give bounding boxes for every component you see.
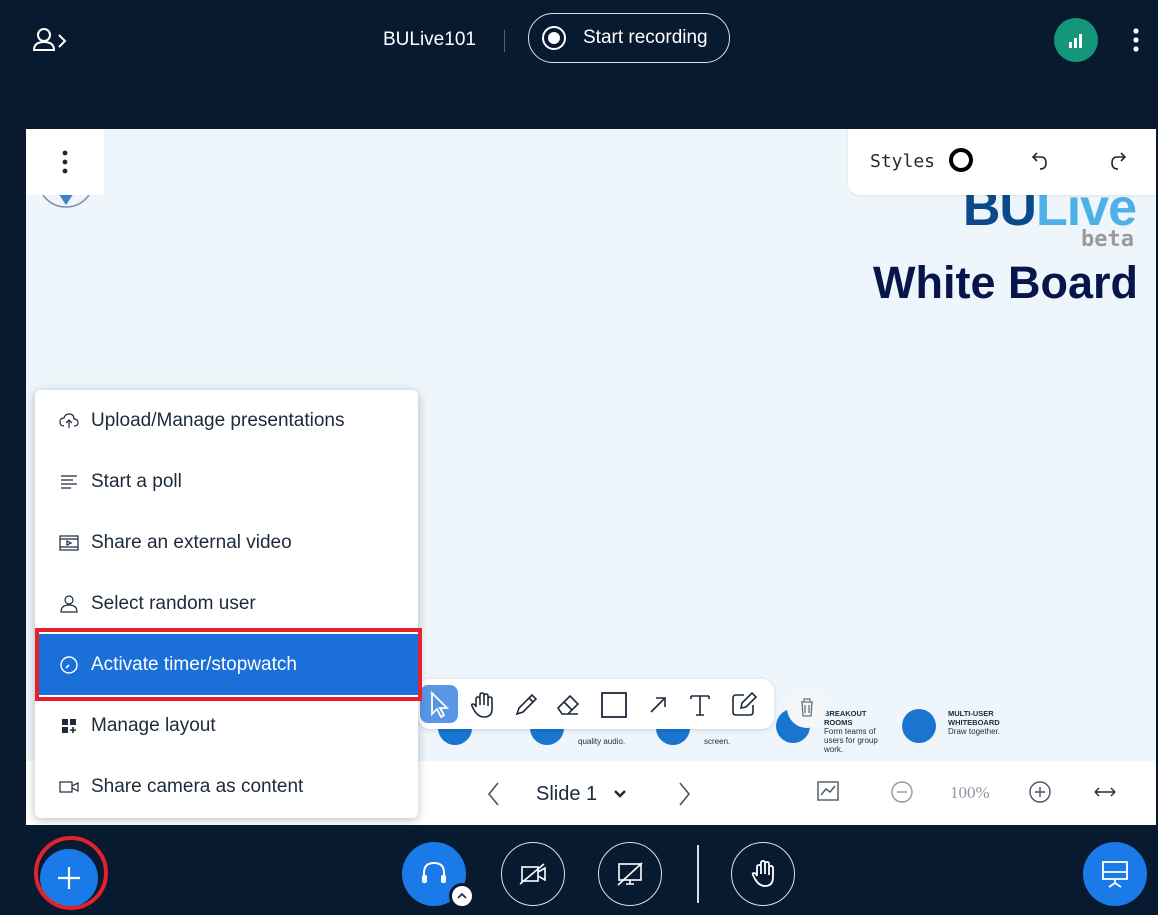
fit-to-width-icon[interactable]: [1092, 781, 1118, 803]
raise-hand-button[interactable]: [731, 842, 795, 906]
signal-icon: [1069, 34, 1082, 48]
menu-item-manage-layout[interactable]: Manage layout: [35, 695, 418, 756]
more-vertical-icon: [62, 150, 68, 174]
connection-status-button[interactable]: [1054, 18, 1098, 62]
timer-icon: [59, 655, 79, 675]
rectangle-tool-icon[interactable]: [600, 691, 628, 719]
feature-text: screen.: [704, 737, 731, 746]
record-icon: [541, 25, 567, 51]
select-tool-icon[interactable]: [420, 685, 458, 723]
previous-slide-icon[interactable]: [486, 781, 502, 807]
presentation-icon: [1102, 861, 1128, 888]
meeting-title: BULive101: [383, 29, 476, 50]
start-recording-button[interactable]: Start recording: [528, 13, 730, 63]
menu-item-select-random-user[interactable]: Select random user: [35, 573, 418, 634]
slide-select-label: Slide 1: [536, 782, 598, 805]
upload-icon: [59, 411, 79, 431]
camera-off-icon: [519, 863, 546, 885]
delete-icon[interactable]: [787, 688, 827, 728]
styles-panel: Styles: [848, 129, 1156, 195]
chevron-down-icon: [613, 789, 627, 799]
menu-item-share-camera-as-content[interactable]: Share camera as content: [35, 756, 418, 817]
divider: [504, 30, 505, 52]
whiteboard-toolbar: [418, 679, 774, 729]
undo-icon[interactable]: [1028, 149, 1052, 175]
frame-left: [0, 80, 26, 825]
divider: [697, 845, 699, 903]
menu-item-label: Activate timer/stopwatch: [91, 653, 297, 675]
arrow-tool-icon[interactable]: [644, 691, 672, 719]
camera-icon: [59, 777, 79, 797]
zoom-out-icon[interactable]: [890, 780, 914, 804]
highlight-circle: [34, 836, 108, 910]
color-swatch-icon[interactable]: [949, 148, 973, 172]
pencil-tool-icon[interactable]: [512, 691, 540, 719]
whiteboard-icon: [902, 709, 936, 743]
menu-item-label: Share an external video: [91, 531, 292, 553]
actions-menu: Upload/Manage presentations Start a poll…: [35, 390, 418, 818]
screenshare-button[interactable]: [598, 842, 662, 906]
zoom-level: 100%: [950, 783, 990, 802]
styles-button[interactable]: Styles: [870, 151, 935, 172]
screenshare-off-icon: [617, 862, 643, 886]
record-label: Start recording: [583, 27, 708, 48]
menu-item-label: Start a poll: [91, 470, 182, 492]
eraser-tool-icon[interactable]: [554, 691, 582, 719]
menu-item-label: Share camera as content: [91, 775, 304, 797]
slide-title: White Board: [873, 257, 1138, 308]
note-tool-icon[interactable]: [730, 691, 758, 719]
menu-item-upload-presentations[interactable]: Upload/Manage presentations: [35, 390, 418, 451]
menu-item-label: Upload/Manage presentations: [91, 409, 345, 431]
next-slide-icon[interactable]: [676, 781, 692, 807]
menu-item-activate-timer[interactable]: Activate timer/stopwatch: [35, 634, 418, 695]
text-tool-icon[interactable]: [686, 691, 714, 719]
minimize-presentation-icon[interactable]: [816, 779, 840, 803]
feature-text: BREAKOUT ROOMS Form teams of users for gr…: [824, 709, 878, 754]
options-menu-icon[interactable]: [1124, 24, 1148, 56]
layout-icon: [59, 716, 79, 736]
camera-button[interactable]: [501, 842, 565, 906]
presentation-toggle-button[interactable]: [1083, 842, 1147, 906]
redo-icon[interactable]: [1106, 149, 1130, 175]
menu-item-label: Select random user: [91, 592, 256, 614]
poll-icon: [59, 472, 79, 492]
pan-tool-icon[interactable]: [468, 691, 496, 719]
slide-select[interactable]: Slide 1: [536, 777, 627, 811]
top-bar: BULive101 Start recording: [0, 0, 1158, 80]
bottom-bar: [0, 825, 1158, 915]
video-icon: [59, 533, 79, 553]
user-icon: [59, 594, 79, 614]
menu-item-share-external-video[interactable]: Share an external video: [35, 512, 418, 573]
menu-item-start-poll[interactable]: Start a poll: [35, 451, 418, 512]
zoom-in-icon[interactable]: [1028, 780, 1052, 804]
menu-item-label: Manage layout: [91, 714, 216, 736]
feature-text: quality audio.: [578, 737, 626, 746]
user-list-toggle-icon[interactable]: [30, 26, 70, 56]
presentation-options-button[interactable]: [26, 129, 104, 195]
raise-hand-icon: [751, 860, 774, 887]
brand-beta: beta: [1081, 227, 1134, 252]
audio-settings-icon[interactable]: [449, 883, 475, 909]
feature-text: MULTI-USER WHITEBOARD Draw together.: [948, 709, 1001, 736]
